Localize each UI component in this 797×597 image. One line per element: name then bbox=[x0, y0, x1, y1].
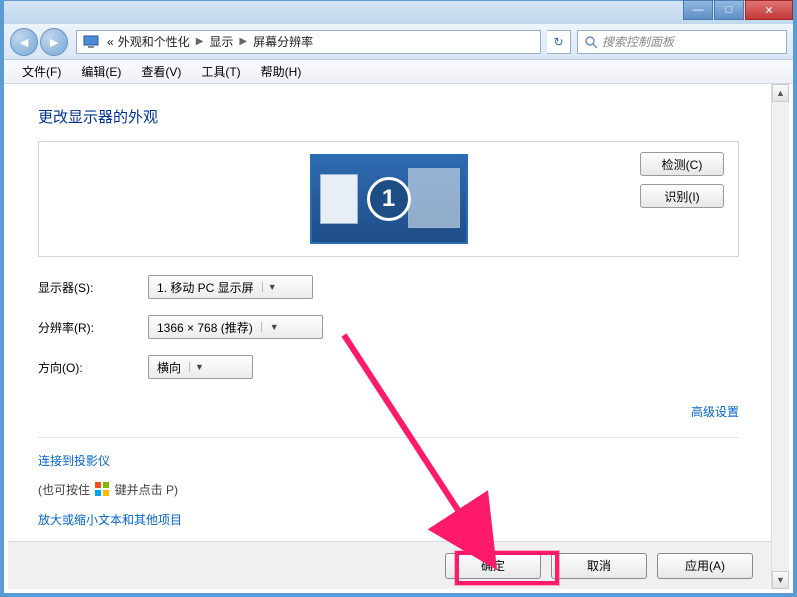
identify-button[interactable]: 识别(I) bbox=[640, 184, 724, 208]
dialog-button-bar: 确定 取消 应用(A) bbox=[8, 541, 771, 589]
breadcrumb-seg[interactable]: 显示 bbox=[209, 33, 233, 50]
menu-edit[interactable]: 编辑(E) bbox=[71, 61, 131, 82]
maximize-button[interactable]: □ bbox=[714, 0, 744, 20]
orientation-dropdown[interactable]: 横向 ▼ bbox=[148, 355, 253, 379]
resolution-label: 分辨率(R): bbox=[38, 319, 148, 336]
chevron-right-icon: ▶ bbox=[196, 36, 204, 47]
text-scaling-link[interactable]: 放大或缩小文本和其他项目 bbox=[38, 511, 739, 528]
menu-file[interactable]: 文件(F) bbox=[12, 61, 71, 82]
display-preview-panel: 1 检测(C) 识别(I) bbox=[38, 141, 739, 257]
nav-back-button[interactable]: ◄ bbox=[10, 28, 38, 56]
display-dropdown[interactable]: 1. 移动 PC 显示屏 ▼ bbox=[148, 275, 313, 299]
scroll-up-button[interactable]: ▲ bbox=[772, 84, 789, 102]
refresh-button[interactable]: ↻ bbox=[547, 30, 571, 54]
page-heading: 更改显示器的外观 bbox=[38, 106, 739, 127]
content-area: 更改显示器的外观 1 检测(C) 识别(I) 显示器(S): 1. 移动 PC … bbox=[8, 84, 769, 539]
search-input[interactable]: 搜索控制面板 bbox=[577, 30, 787, 54]
projector-link[interactable]: 连接到投影仪 bbox=[38, 452, 739, 469]
projector-hint-tail: 键并点击 P) bbox=[111, 483, 178, 497]
monitor-number-badge: 1 bbox=[367, 177, 411, 221]
search-icon bbox=[584, 35, 598, 49]
nav-forward-button[interactable]: ► bbox=[40, 28, 68, 56]
detect-button[interactable]: 检测(C) bbox=[640, 152, 724, 176]
chevron-down-icon: ▼ bbox=[261, 322, 281, 332]
cancel-button[interactable]: 取消 bbox=[551, 553, 647, 579]
monitor-icon bbox=[83, 35, 99, 49]
breadcrumb-seg[interactable]: « bbox=[107, 35, 114, 49]
menu-bar: 文件(F) 编辑(E) 查看(V) 工具(T) 帮助(H) bbox=[4, 60, 793, 84]
projector-hint-text: (也可按住 bbox=[38, 483, 93, 497]
breadcrumb-seg[interactable]: 外观和个性化 bbox=[118, 33, 190, 50]
minimize-button[interactable]: — bbox=[683, 0, 713, 20]
menu-help[interactable]: 帮助(H) bbox=[251, 61, 312, 82]
scroll-down-button[interactable]: ▼ bbox=[772, 571, 789, 589]
advanced-settings-link[interactable]: 高级设置 bbox=[691, 405, 739, 419]
chevron-right-icon: ▶ bbox=[239, 36, 247, 47]
monitor-preview[interactable]: 1 bbox=[310, 154, 468, 244]
navigation-bar: ◄ ► « 外观和个性化 ▶ 显示 ▶ 屏幕分辨率 ↻ 搜索控制面板 bbox=[4, 24, 793, 60]
title-bar: — □ ✕ bbox=[4, 0, 793, 24]
resolution-dropdown[interactable]: 1366 × 768 (推荐) ▼ bbox=[148, 315, 323, 339]
mock-window-icon bbox=[320, 174, 358, 224]
chevron-down-icon: ▼ bbox=[262, 282, 282, 292]
apply-button[interactable]: 应用(A) bbox=[657, 553, 753, 579]
mock-window-icon bbox=[408, 168, 460, 228]
menu-view[interactable]: 查看(V) bbox=[131, 61, 191, 82]
orientation-value: 横向 bbox=[157, 359, 181, 376]
display-label: 显示器(S): bbox=[38, 279, 148, 296]
breadcrumb-seg[interactable]: 屏幕分辨率 bbox=[253, 33, 313, 50]
close-button[interactable]: ✕ bbox=[745, 0, 793, 20]
display-value: 1. 移动 PC 显示屏 bbox=[157, 279, 254, 296]
orientation-label: 方向(O): bbox=[38, 359, 148, 376]
vertical-scrollbar[interactable]: ▲ ▼ bbox=[771, 84, 789, 589]
search-placeholder: 搜索控制面板 bbox=[602, 33, 674, 50]
address-bar[interactable]: « 外观和个性化 ▶ 显示 ▶ 屏幕分辨率 bbox=[76, 30, 541, 54]
chevron-down-icon: ▼ bbox=[189, 362, 209, 372]
windows-logo-icon bbox=[95, 482, 109, 496]
resolution-value: 1366 × 768 (推荐) bbox=[157, 319, 253, 336]
menu-tools[interactable]: 工具(T) bbox=[191, 61, 250, 82]
ok-button[interactable]: 确定 bbox=[445, 553, 541, 579]
